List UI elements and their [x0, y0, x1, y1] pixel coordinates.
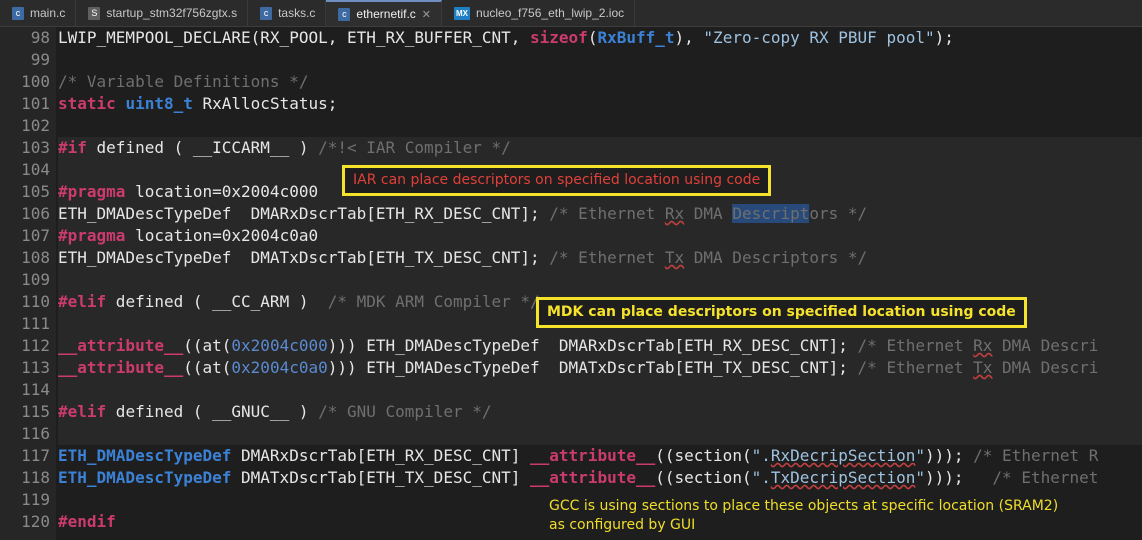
- line-number: 109: [21, 270, 50, 289]
- line-number: 118: [21, 468, 50, 487]
- line-number: 111: [21, 314, 50, 333]
- line-number: 112: [21, 336, 50, 355]
- line-number: 119: [21, 490, 50, 509]
- tab-label: ethernetif.c: [356, 7, 416, 21]
- code-line-103: #if defined ( __ICCARM__ ) /*!< IAR Comp…: [58, 138, 511, 157]
- line-number: 106: [21, 204, 50, 223]
- code-line-113: __attribute__((at(0x2004c0a0))) ETH_DMAD…: [58, 358, 1099, 377]
- gcc-annotation-line-2: as configured by GUI: [549, 517, 696, 533]
- tab-label: startup_stm32f756zgtx.s: [106, 6, 238, 20]
- mx-file-icon: MX: [454, 6, 471, 20]
- code-line-101: static uint8_t RxAllocStatus;: [58, 94, 338, 113]
- gcc-annotation-line-1: GCC is using sections to place these obj…: [549, 498, 1059, 514]
- code-line-117: ETH_DMADescTypeDef DMARxDscrTab[ETH_RX_D…: [58, 446, 1099, 465]
- code-area[interactable]: LWIP_MEMPOOL_DECLARE(RX_POOL, ETH_RX_BUF…: [58, 27, 1142, 540]
- line-number: 102: [21, 116, 50, 135]
- c-file-icon: c: [338, 7, 351, 21]
- code-line-100: /* Variable Definitions */: [58, 72, 309, 91]
- line-number: 114: [21, 380, 50, 399]
- c-file-icon: c: [260, 6, 273, 20]
- line-number: 105: [21, 182, 50, 201]
- line-number: 98: [30, 28, 50, 47]
- code-editor[interactable]: 98 99 100 101 102 103 104 105 106 107 10…: [0, 27, 1142, 540]
- editor-tab-bar: c main.c S startup_stm32f756zgtx.s c tas…: [0, 0, 1142, 27]
- tab-tasks-c[interactable]: c tasks.c: [248, 0, 327, 26]
- line-number: 103: [21, 138, 50, 157]
- code-line-98: LWIP_MEMPOOL_DECLARE(RX_POOL, ETH_RX_BUF…: [58, 28, 954, 47]
- code-line-107: #pragma location=0x2004c0a0: [58, 226, 319, 245]
- line-number: 116: [21, 424, 50, 443]
- line-number: 107: [21, 226, 50, 245]
- tab-ethernetif-c[interactable]: c ethernetif.c ✕: [326, 0, 443, 26]
- tab-startup-s[interactable]: S startup_stm32f756zgtx.s: [76, 0, 249, 26]
- line-number: 108: [21, 248, 50, 267]
- tab-ioc[interactable]: MX nucleo_f756_eth_lwip_2.ioc: [442, 0, 636, 26]
- code-line-105: #pragma location=0x2004c000: [58, 182, 319, 201]
- line-number: 115: [21, 402, 50, 421]
- code-line-108: ETH_DMADescTypeDef DMATxDscrTab[ETH_TX_D…: [58, 248, 868, 267]
- asm-file-icon: S: [88, 6, 101, 20]
- line-number: 110: [21, 292, 50, 311]
- code-line-106: ETH_DMADescTypeDef DMARxDscrTab[ETH_RX_D…: [58, 204, 868, 223]
- close-icon[interactable]: ✕: [422, 8, 431, 21]
- code-line-115: #elif defined ( __GNUC__ ) /* GNU Compil…: [58, 402, 492, 421]
- code-line-118: ETH_DMADescTypeDef DMATxDscrTab[ETH_TX_D…: [58, 468, 1099, 487]
- tab-main-c[interactable]: c main.c: [0, 0, 77, 26]
- c-file-icon: c: [12, 6, 24, 20]
- line-number-gutter: 98 99 100 101 102 103 104 105 106 107 10…: [0, 27, 56, 540]
- iar-annotation: IAR can place descriptors on specified l…: [342, 165, 772, 196]
- line-number: 113: [21, 358, 50, 377]
- code-line-120: #endif: [58, 512, 116, 531]
- line-number: 100: [21, 72, 50, 91]
- line-number: 104: [21, 160, 50, 179]
- line-number: 117: [21, 446, 50, 465]
- line-number: 99: [30, 50, 50, 69]
- tab-label: tasks.c: [278, 6, 316, 20]
- line-number: 101: [21, 94, 50, 113]
- mdk-annotation: MDK can place descriptors on specified l…: [536, 297, 1027, 328]
- code-line-112: __attribute__((at(0x2004c000))) ETH_DMAD…: [58, 336, 1099, 355]
- tab-label: main.c: [30, 6, 66, 20]
- gcc-annotation: GCC is using sections to place these obj…: [549, 497, 1058, 535]
- line-number: 120: [21, 512, 50, 531]
- code-line-110: #elif defined ( __CC_ARM ) /* MDK ARM Co…: [58, 292, 540, 311]
- tab-label: nucleo_f756_eth_lwip_2.ioc: [476, 6, 625, 20]
